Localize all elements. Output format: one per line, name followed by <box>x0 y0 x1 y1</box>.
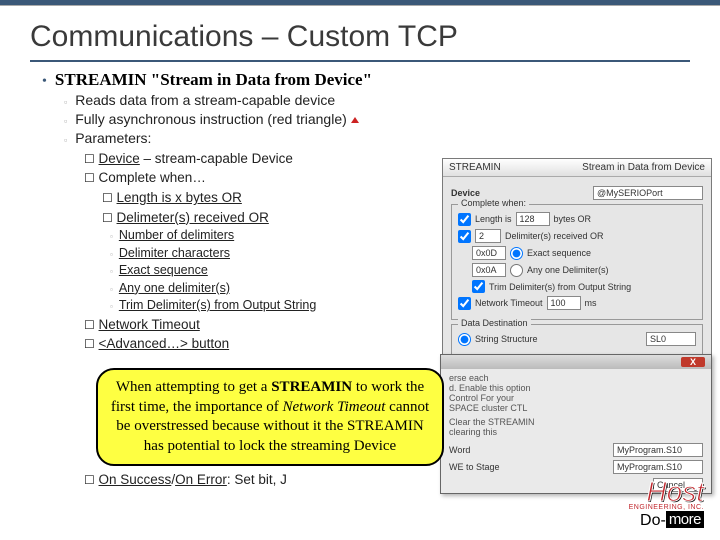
sub-async: Fully asynchronous instruction (red tria… <box>75 111 358 127</box>
callout-network-timeout: When attempting to get a STREAMIN to wor… <box>96 368 444 466</box>
square-bullet-icon: ▫ <box>64 94 67 111</box>
any-one-radio[interactable] <box>510 264 523 277</box>
square-bullet-icon: ▫ <box>64 132 67 149</box>
sub-params: Parameters: <box>75 130 151 146</box>
bullet-streamin: STREAMIN "Stream in Data from Device" <box>55 70 372 90</box>
exact-seq-radio[interactable] <box>510 247 523 260</box>
trim-checkbox[interactable] <box>472 280 485 293</box>
close-icon[interactable]: X <box>681 357 705 367</box>
divider <box>30 60 690 62</box>
delim-checkbox[interactable] <box>458 230 471 243</box>
nt-checkbox[interactable] <box>458 297 471 310</box>
bullet-disc: • <box>42 72 47 92</box>
len-checkbox[interactable] <box>458 213 471 226</box>
square-bullet-icon: ▫ <box>64 113 67 130</box>
string-struct-radio[interactable] <box>458 333 471 346</box>
slide-title: Communications – Custom TCP <box>0 6 720 60</box>
sub-reads: Reads data from a stream-capable device <box>75 92 335 108</box>
advanced-subdialog: X erse eachd. Enable this optionControl … <box>440 354 712 494</box>
red-triangle-icon <box>351 117 359 123</box>
host-logo: Host ENGINEERING, INC. Do-more <box>629 479 704 530</box>
